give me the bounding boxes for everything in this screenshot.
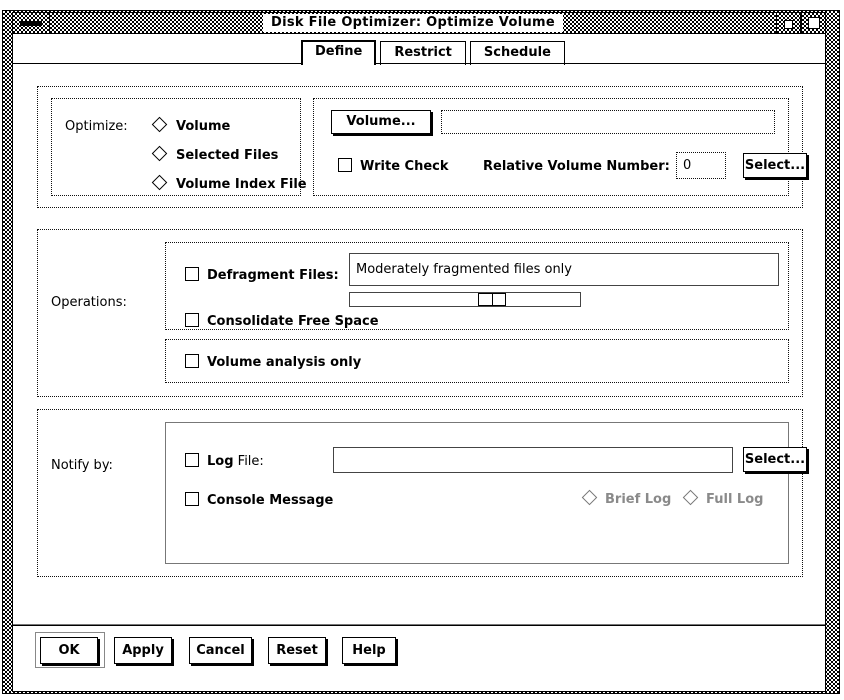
consolidate-free-space-checkbox[interactable]: [185, 313, 199, 327]
defragment-level-slider-thumb[interactable]: [478, 293, 506, 306]
radio-selected-files[interactable]: [151, 145, 168, 162]
log-file-label: Log File:: [207, 455, 264, 469]
relative-volume-number-input[interactable]: 0: [676, 152, 726, 179]
minimize-button[interactable]: [776, 12, 801, 34]
action-separator: [13, 624, 825, 626]
write-check-label: Write Check: [360, 159, 449, 174]
relative-volume-number-label: Relative Volume Number:: [483, 159, 670, 174]
volume-analysis-only-checkbox[interactable]: [185, 354, 199, 368]
tab-schedule[interactable]: Schedule: [469, 41, 565, 65]
tab-define[interactable]: Define: [301, 40, 377, 65]
ok-button[interactable]: OK: [40, 637, 98, 664]
radio-volume-diamond: [151, 116, 168, 133]
defragment-files-label: Defragment Files:: [207, 268, 339, 283]
radio-volume[interactable]: [151, 116, 168, 133]
title-bar-drag-area[interactable]: Disk File Optimizer: Optimize Volume: [50, 12, 776, 34]
volume-select-button[interactable]: Select...: [743, 153, 807, 178]
write-check-checkbox[interactable]: [338, 158, 352, 172]
radio-full-log-diamond: [682, 489, 699, 506]
tab-restrict[interactable]: Restrict: [380, 41, 466, 65]
cancel-button[interactable]: Cancel: [189, 637, 252, 664]
radio-full-log[interactable]: [682, 489, 699, 506]
radio-brief-log-label: Brief Log: [605, 492, 672, 507]
log-file-checkbox[interactable]: [185, 453, 199, 467]
defragment-level-display: Moderately fragmented files only: [349, 253, 779, 286]
log-file-label-bold: Log: [207, 454, 234, 469]
radio-volume-index-file-diamond: [151, 174, 168, 191]
minimize-icon: [784, 20, 793, 29]
window-title: Disk File Optimizer: Optimize Volume: [263, 14, 563, 32]
maximize-button[interactable]: [801, 12, 826, 34]
radio-volume-label: Volume: [176, 119, 231, 134]
disk-file-optimizer-window: Disk File Optimizer: Optimize Volume Def…: [0, 0, 844, 700]
log-file-select-button[interactable]: Select...: [743, 447, 807, 472]
volume-browse-button[interactable]: Volume...: [331, 110, 431, 134]
apply-button[interactable]: Apply: [114, 637, 172, 664]
operations-group-label: Operations:: [51, 295, 127, 310]
maximize-icon: [808, 17, 820, 29]
window-menu-button[interactable]: [12, 12, 50, 34]
radio-selected-files-label: Selected Files: [176, 148, 279, 163]
defragment-files-checkbox[interactable]: [185, 267, 199, 281]
radio-selected-files-diamond: [151, 145, 168, 162]
help-button[interactable]: Help: [342, 637, 396, 664]
radio-volume-index-file[interactable]: [151, 174, 168, 191]
log-file-label-rest: File:: [233, 454, 264, 469]
reset-button[interactable]: Reset: [268, 637, 326, 664]
window-menu-icon: [20, 21, 42, 26]
client-area: Define Restrict Schedule Optimize: Volum…: [12, 34, 826, 692]
radio-brief-log-diamond: [581, 489, 598, 506]
notify-group-label: Notify by:: [51, 458, 113, 473]
console-message-checkbox[interactable]: [185, 492, 199, 506]
volume-analysis-only-label: Volume analysis only: [207, 355, 362, 370]
radio-volume-index-file-label: Volume Index File: [176, 177, 307, 192]
dialog-body: Optimize: Volume Selected Files Volume I…: [13, 64, 825, 691]
volume-input[interactable]: [441, 110, 775, 134]
consolidate-free-space-label: Consolidate Free Space: [207, 314, 379, 329]
optimize-group-label: Optimize:: [65, 119, 128, 134]
log-file-input[interactable]: [333, 447, 733, 473]
console-message-label: Console Message: [207, 493, 334, 508]
radio-brief-log[interactable]: [581, 489, 598, 506]
radio-full-log-label: Full Log: [706, 492, 764, 507]
title-bar: Disk File Optimizer: Optimize Volume: [12, 12, 826, 34]
defragment-level-slider[interactable]: [349, 292, 581, 307]
